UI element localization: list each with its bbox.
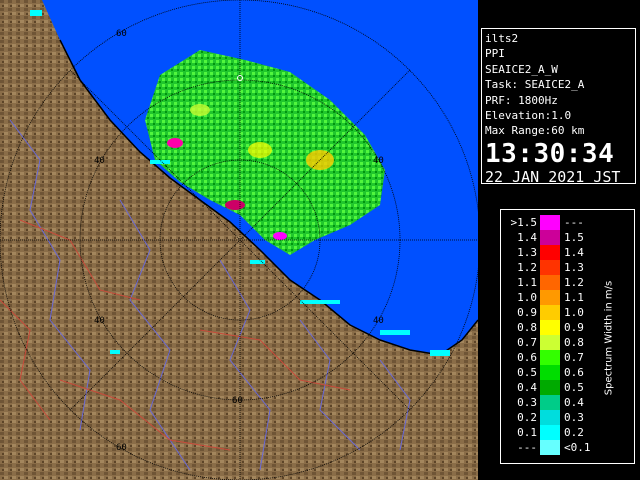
legend-swatch — [540, 335, 560, 350]
legend-value: 0.5 — [517, 366, 537, 379]
legend-label: 1.4 — [564, 246, 584, 259]
legend-label: <0.1 — [564, 441, 591, 454]
legend-swatch — [540, 440, 560, 455]
max-range-value: Max Range:60 km — [485, 124, 585, 138]
legend-label: 1.5 — [564, 231, 584, 244]
legend-label: 0.5 — [564, 381, 584, 394]
legend-label: 0.2 — [564, 426, 584, 439]
legend-swatch — [540, 410, 560, 425]
legend-value: 0.2 — [517, 411, 537, 424]
legend-swatch — [540, 215, 560, 230]
task-name: Task: SEAICE2_A — [485, 78, 585, 92]
legend-swatch — [540, 245, 560, 260]
legend-swatch — [540, 305, 560, 320]
scan-info-panel: ilts2 PPI SEAICE2_A_W Task: SEAICE2_A PR… — [481, 28, 636, 186]
ring-label: 40 — [94, 316, 105, 326]
scan-date: 22 JAN 2021 JST — [485, 167, 621, 186]
legend-value: 1.2 — [517, 261, 537, 274]
legend-swatch — [540, 365, 560, 380]
legend-value: 1.0 — [517, 291, 537, 304]
legend-label: 0.4 — [564, 396, 584, 409]
legend-value: >1.5 — [510, 216, 538, 229]
legend-value: 0.4 — [517, 381, 537, 394]
legend-swatch — [540, 260, 560, 275]
elevation-value: Elevation:1.0 — [485, 109, 572, 123]
legend-value: 0.7 — [517, 336, 537, 349]
radar-map[interactable]: 60 40 40 40 40 60 60 — [0, 0, 478, 480]
legend-label: 0.6 — [564, 366, 584, 379]
product-name: SEAICE2_A_W — [485, 62, 558, 76]
legend-value: 0.1 — [517, 426, 537, 439]
legend-label: 0.7 — [564, 351, 584, 364]
legend-swatch — [540, 230, 560, 245]
legend-title-text: Spectrum Width in m/s — [603, 280, 615, 396]
ring-label: 60 — [232, 396, 243, 406]
legend-value: 0.9 — [517, 306, 537, 319]
legend-label: 1.2 — [564, 276, 584, 289]
legend-swatch — [540, 320, 560, 335]
legend-label: --- — [564, 216, 584, 229]
legend-swatch — [540, 350, 560, 365]
scan-mode: PPI — [485, 47, 505, 61]
legend-label: 1.3 — [564, 261, 584, 274]
legend-title: Spectrum Width in m/s — [599, 220, 619, 456]
legend-swatch — [540, 380, 560, 395]
scan-time: 13:30:34 — [485, 138, 615, 169]
legend-label: 1.1 — [564, 291, 584, 304]
legend-label: 0.3 — [564, 411, 584, 424]
legend-label: 0.9 — [564, 321, 584, 334]
legend-value: 0.6 — [517, 351, 537, 364]
legend-label: 1.0 — [564, 306, 584, 319]
legend-value: --- — [517, 441, 537, 454]
legend-value: 0.3 — [517, 396, 537, 409]
legend-value: 1.3 — [517, 246, 537, 259]
ring-label: 40 — [373, 156, 384, 166]
ring-label: 40 — [94, 156, 105, 166]
station-name: ilts2 — [485, 32, 519, 45]
ring-label: 60 — [116, 29, 127, 39]
legend-swatch — [540, 290, 560, 305]
legend-value: 1.4 — [517, 231, 537, 244]
legend-value: 1.1 — [517, 276, 537, 289]
prf-value: PRF: 1800Hz — [485, 93, 558, 107]
legend-swatch — [540, 275, 560, 290]
legend-value: 0.8 — [517, 321, 537, 334]
ring-label: 60 — [116, 443, 127, 453]
legend-swatch — [540, 425, 560, 440]
legend-label: 0.8 — [564, 336, 584, 349]
color-legend: >1.5 --- 1.4 1.5 1.3 1.4 1.2 1.3 1.1 1.2 1.0 1.1 0.9… — [500, 209, 635, 464]
ring-label: 40 — [373, 316, 384, 326]
legend-swatch — [540, 395, 560, 410]
